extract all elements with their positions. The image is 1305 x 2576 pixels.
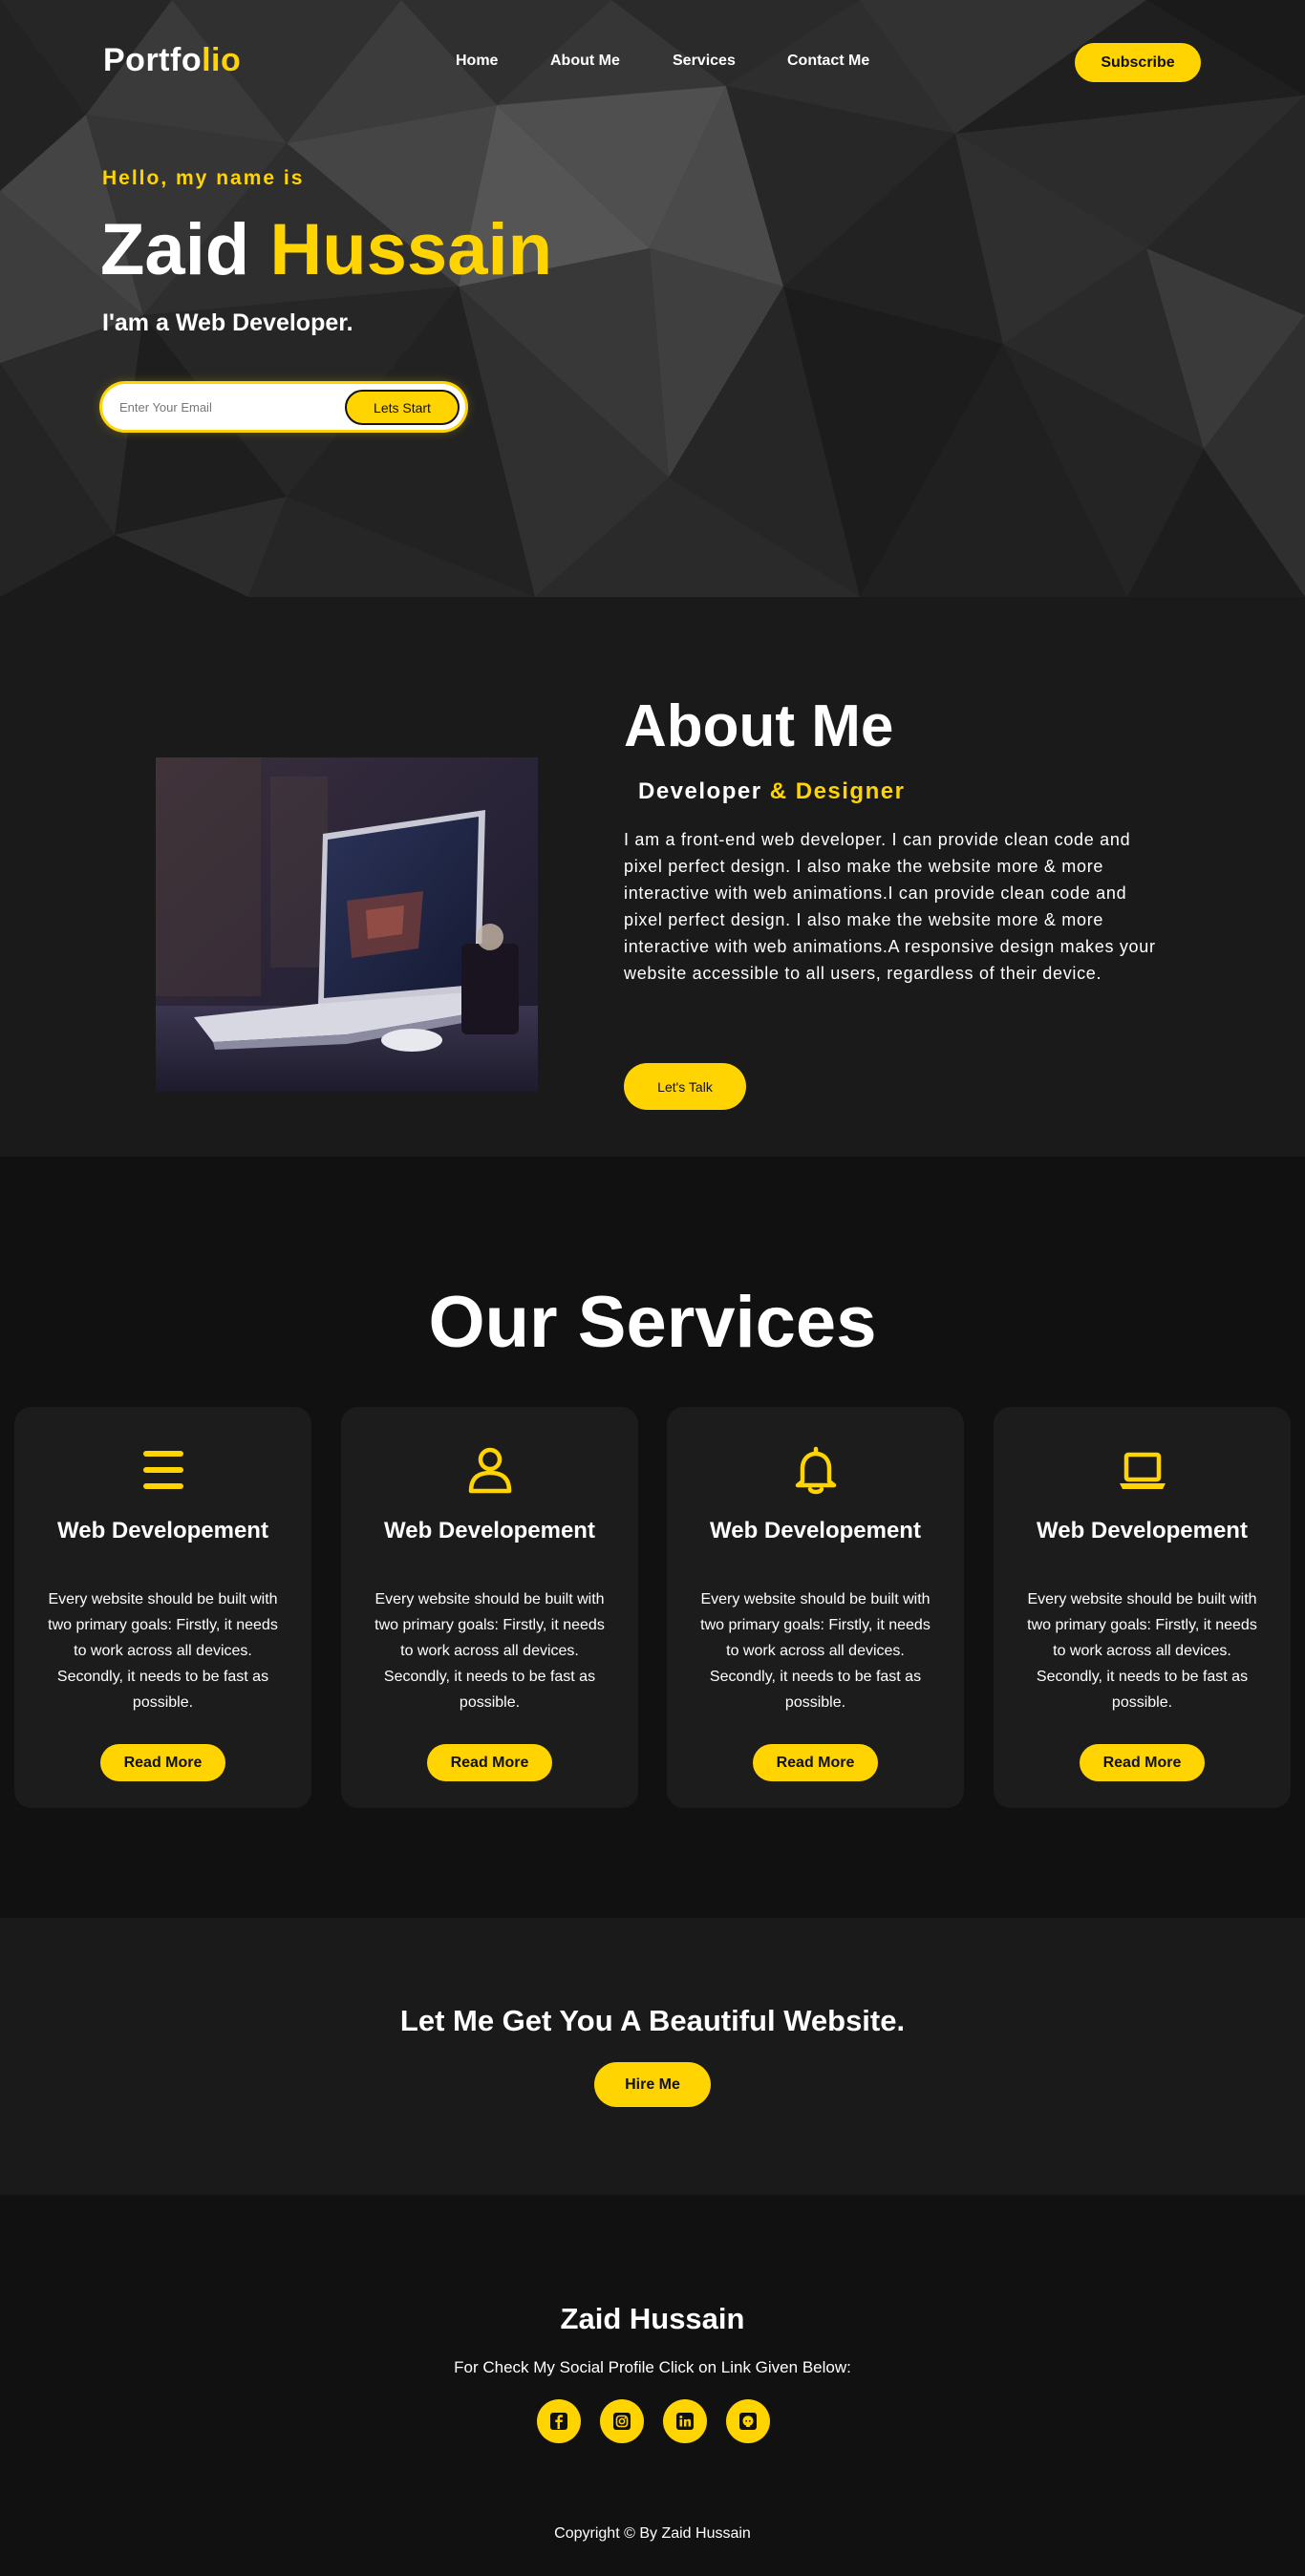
read-more-button[interactable]: Read More	[100, 1744, 225, 1781]
logo-main-text: Portfo	[103, 42, 203, 78]
copyright-text: Copyright © By Zaid Hussain	[554, 2525, 751, 2542]
nav-link-services[interactable]: Services	[673, 53, 736, 70]
service-title: Web Developement	[57, 1518, 268, 1543]
about-subtitle-main: Developer	[638, 778, 762, 804]
laptop-icon	[1120, 1452, 1166, 1489]
about-subtitle-accent: & Designer	[769, 778, 906, 804]
lets-talk-button[interactable]: Let's Talk	[624, 1063, 746, 1110]
navbar: Portfolio Home About Me Services Contact…	[0, 0, 1305, 124]
about-subtitle: Developer & Designer	[638, 778, 905, 805]
read-more-button[interactable]: Read More	[1080, 1744, 1205, 1781]
lets-start-button[interactable]: Lets Start	[345, 390, 460, 425]
read-more-button[interactable]: Read More	[427, 1744, 552, 1781]
hero-last-name: Hussain	[269, 209, 553, 290]
linkedin-icon[interactable]	[663, 2399, 707, 2443]
subscribe-button[interactable]: Subscribe	[1075, 43, 1201, 82]
logo-accent-text: lio	[202, 42, 242, 78]
nav-link-home[interactable]: Home	[456, 53, 498, 70]
hero-first-name: Zaid	[100, 209, 250, 290]
service-card: Web Developement Every website should be…	[14, 1407, 311, 1808]
read-more-button[interactable]: Read More	[753, 1744, 878, 1781]
menu-icon	[143, 1451, 183, 1489]
bell-icon	[795, 1446, 837, 1495]
service-title: Web Developement	[384, 1518, 595, 1543]
service-description: Every website should be built with two p…	[700, 1591, 931, 1711]
hire-cta-section: Let Me Get You A Beautiful Website. Hire…	[0, 1918, 1305, 2195]
service-card: Web Developement Every website should be…	[667, 1407, 964, 1808]
email-input[interactable]	[119, 395, 330, 418]
cta-title: Let Me Get You A Beautiful Website.	[399, 2004, 906, 2037]
nav-link-about[interactable]: About Me	[550, 53, 620, 70]
about-section: About Me Developer & Designer I am a fro…	[0, 597, 1305, 1157]
footer-name: Zaid Hussain	[560, 2302, 745, 2335]
service-description: Every website should be built with two p…	[374, 1591, 605, 1711]
hero-section: Portfolio Home About Me Services Contact…	[0, 0, 1305, 597]
footer: Zaid Hussain For Check My Social Profile…	[0, 2195, 1305, 2576]
service-description: Every website should be built with two p…	[1027, 1591, 1257, 1711]
hero-role: I'am a Web Developer.	[102, 309, 353, 336]
footer-text: For Check My Social Profile Click on Lin…	[454, 2358, 851, 2376]
nav-link-contact[interactable]: Contact Me	[787, 53, 869, 70]
service-title: Web Developement	[1037, 1518, 1248, 1543]
service-title: Web Developement	[710, 1518, 921, 1543]
hero-name: Zaid Hussain	[100, 208, 552, 291]
social-links	[537, 2399, 771, 2443]
email-signup-form: Lets Start	[102, 384, 465, 430]
instagram-icon[interactable]	[600, 2399, 644, 2443]
logo[interactable]: Portfolio	[103, 42, 241, 79]
services-title: Our Services	[428, 1282, 877, 1363]
facebook-icon[interactable]	[537, 2399, 581, 2443]
service-description: Every website should be built with two p…	[48, 1591, 278, 1711]
about-description: I am a front-end web developer. I can pr…	[624, 830, 1156, 983]
service-card: Web Developement Every website should be…	[341, 1407, 638, 1808]
about-title: About Me	[624, 693, 894, 759]
github-icon[interactable]	[726, 2399, 770, 2443]
service-card: Web Developement Every website should be…	[994, 1407, 1291, 1808]
user-icon	[468, 1447, 512, 1494]
hero-greeting: Hello, my name is	[102, 167, 305, 189]
services-section: Our Services Web Developement Every webs…	[0, 1157, 1305, 1918]
laptop-photo	[156, 757, 538, 1092]
hire-me-button[interactable]: Hire Me	[594, 2062, 711, 2107]
